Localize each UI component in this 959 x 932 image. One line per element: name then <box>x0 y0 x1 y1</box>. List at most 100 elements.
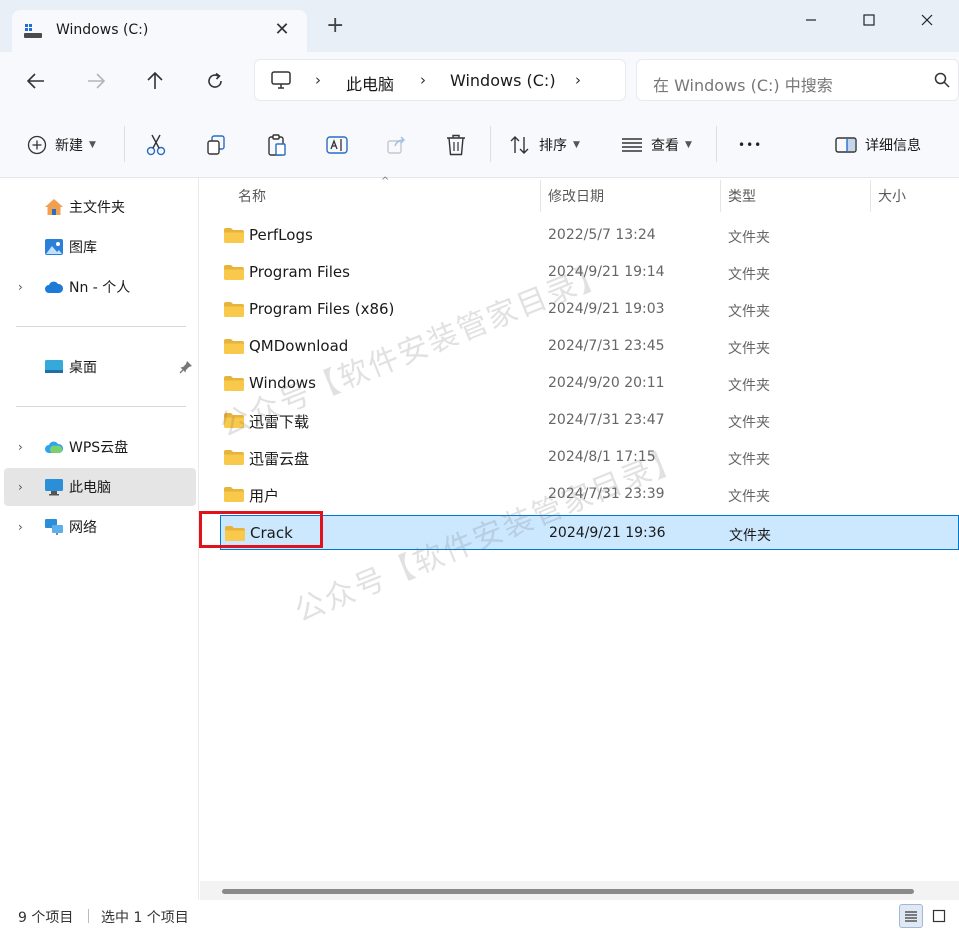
address-bar[interactable]: › 此电脑 › Windows (C:) › <box>254 59 626 101</box>
pin-icon[interactable] <box>179 360 193 374</box>
sidebar-item-network[interactable]: › 网络 <box>4 508 196 546</box>
column-header-size[interactable]: 大小 <box>878 186 906 206</box>
tiles-view-button[interactable] <box>927 904 951 928</box>
table-row[interactable]: QMDownload 2024/7/31 23:45 文件夹 <box>200 329 959 364</box>
sort-button[interactable]: 排序 ▼ <box>509 132 580 158</box>
add-tab-button[interactable]: + <box>326 15 344 37</box>
file-name: Crack <box>250 524 293 542</box>
breadcrumb-this-pc[interactable]: 此电脑 <box>346 71 394 95</box>
details-pane-button[interactable]: 详细信息 <box>835 132 921 158</box>
breadcrumb-separator[interactable]: › <box>420 71 426 89</box>
maximize-icon <box>863 14 875 26</box>
column-divider[interactable] <box>540 180 541 212</box>
computer-icon <box>45 479 63 496</box>
table-row[interactable]: PerfLogs 2022/5/7 13:24 文件夹 <box>200 218 959 253</box>
back-button[interactable] <box>20 65 52 97</box>
table-row[interactable]: Program Files 2024/9/21 19:14 文件夹 <box>200 255 959 290</box>
more-options-button[interactable]: ••• <box>738 132 762 158</box>
drive-icon <box>24 24 42 38</box>
toolbar-divider <box>124 126 125 162</box>
sidebar-item-label: 图库 <box>69 240 97 256</box>
table-row[interactable]: Program Files (x86) 2024/9/21 19:03 文件夹 <box>200 292 959 327</box>
column-divider[interactable] <box>870 180 871 212</box>
chevron-right-icon[interactable]: › <box>18 440 23 454</box>
command-bar: 新建 ▼ 排序 ▼ 查看 ▼ ••• 详细信息 <box>0 110 959 178</box>
close-icon <box>921 14 933 26</box>
list-view-icon <box>622 138 642 152</box>
sidebar-item-wps-cloud[interactable]: › WPS云盘 <box>4 428 196 466</box>
file-type: 文件夹 <box>728 489 770 505</box>
breadcrumb-separator[interactable]: › <box>575 71 581 89</box>
up-button[interactable] <box>139 65 171 97</box>
navigation-pane: 主文件夹 图库 › Nn - 个人 桌面 › WPS云盘 › 此电脑 › 网络 <box>0 178 199 900</box>
sidebar-item-onedrive[interactable]: › Nn - 个人 <box>4 268 196 306</box>
sidebar-item-desktop[interactable]: 桌面 <box>4 348 196 386</box>
search-input[interactable]: 在 Windows (C:) 中搜索 <box>653 72 833 96</box>
column-header-date[interactable]: 修改日期 <box>548 186 604 206</box>
paste-button[interactable] <box>267 132 287 158</box>
scrollbar-thumb[interactable] <box>222 889 914 894</box>
view-button[interactable]: 查看 ▼ <box>621 132 692 158</box>
sidebar-divider <box>16 406 186 407</box>
file-date: 2024/7/31 23:45 <box>548 338 665 354</box>
chevron-right-icon[interactable]: › <box>18 280 23 294</box>
sidebar-item-this-pc[interactable]: › 此电脑 <box>4 468 196 506</box>
chevron-right-icon[interactable]: › <box>18 520 23 534</box>
chevron-right-icon[interactable]: › <box>18 480 23 494</box>
cut-button[interactable] <box>146 132 166 158</box>
column-header-name[interactable]: 名称 <box>238 186 266 206</box>
file-type: 文件夹 <box>728 378 770 394</box>
status-bar: 9 个项目 选中 1 个项目 <box>0 900 959 932</box>
tiles-view-icon <box>932 909 946 923</box>
toolbar-divider <box>490 126 491 162</box>
copy-button[interactable] <box>206 132 226 158</box>
minimize-icon <box>806 19 816 21</box>
folder-icon <box>225 526 245 541</box>
file-date: 2024/9/21 19:14 <box>548 264 665 280</box>
search-icon[interactable] <box>934 72 950 88</box>
horizontal-scrollbar[interactable] <box>200 881 959 900</box>
file-list: ^ 名称 修改日期 类型 大小 PerfLogs 2022/5/7 13:24 … <box>200 176 959 900</box>
network-icon <box>45 519 63 535</box>
table-row[interactable]: 迅雷下载 2024/7/31 23:47 文件夹 <box>200 403 959 438</box>
file-date: 2024/7/31 23:47 <box>548 412 665 428</box>
file-name: 迅雷下载 <box>249 413 310 431</box>
table-row[interactable]: Windows 2024/9/20 20:11 文件夹 <box>200 366 959 401</box>
breadcrumb-separator[interactable]: › <box>315 71 321 89</box>
search-box[interactable]: 在 Windows (C:) 中搜索 <box>636 59 959 101</box>
refresh-button[interactable] <box>199 65 231 97</box>
share-icon <box>387 136 405 154</box>
sidebar-item-gallery[interactable]: 图库 <box>4 228 196 266</box>
minimize-button[interactable] <box>782 0 840 40</box>
file-name: Program Files (x86) <box>249 300 395 318</box>
arrow-left-icon <box>27 73 44 89</box>
table-row-selected[interactable]: Crack 2024/9/21 19:36 文件夹 <box>220 515 959 550</box>
new-label: 新建 <box>55 138 83 154</box>
details-pane-icon <box>835 137 857 153</box>
folder-icon <box>224 413 244 428</box>
table-row[interactable]: 迅雷云盘 2024/8/1 17:15 文件夹 <box>200 440 959 475</box>
column-header-type[interactable]: 类型 <box>728 186 756 206</box>
forward-button[interactable] <box>80 65 112 97</box>
share-button[interactable] <box>387 132 407 158</box>
table-row[interactable]: 用户 2024/7/31 23:39 文件夹 <box>200 477 959 512</box>
clipboard-icon <box>268 134 286 156</box>
tab-windows-c[interactable]: Windows (C:) ✕ <box>12 10 307 52</box>
maximize-button[interactable] <box>840 0 898 40</box>
file-date: 2024/9/21 19:03 <box>548 301 665 317</box>
column-divider[interactable] <box>720 180 721 212</box>
folder-icon <box>224 376 244 391</box>
close-window-button[interactable] <box>898 0 956 40</box>
delete-button[interactable] <box>446 132 466 158</box>
sidebar-item-label: 网络 <box>69 520 97 536</box>
status-divider <box>88 909 89 923</box>
sidebar-item-home[interactable]: 主文件夹 <box>4 188 196 226</box>
close-tab-icon[interactable]: ✕ <box>271 19 293 40</box>
folder-icon <box>224 339 244 354</box>
details-view-icon <box>905 911 917 922</box>
new-button[interactable]: 新建 ▼ <box>27 132 96 158</box>
file-date: 2024/7/31 23:39 <box>548 486 665 502</box>
details-view-button[interactable] <box>899 904 923 928</box>
breadcrumb-windows-c[interactable]: Windows (C:) <box>450 71 556 90</box>
rename-button[interactable] <box>326 132 348 158</box>
